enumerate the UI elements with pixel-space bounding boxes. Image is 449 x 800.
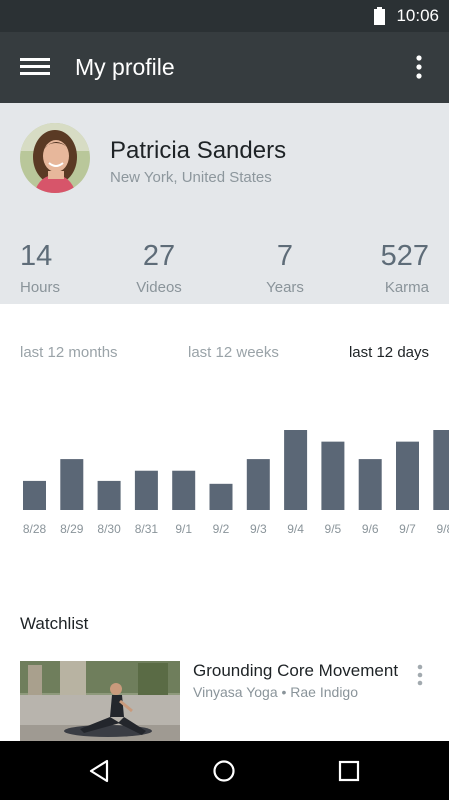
stat-karma: 527 Karma <box>339 239 429 296</box>
activity-bar-chart: 8/28 8/29 8/30 8/31 9/1 9/2 9/3 9/4 9/5 9/6 9/7 9/8 <box>23 430 449 536</box>
chart-bar <box>246 459 270 510</box>
app-bar: My profile <box>0 32 449 103</box>
stat-value: 7 <box>276 240 294 272</box>
back-icon[interactable] <box>83 755 115 787</box>
video-title[interactable]: Grounding Core Movement <box>193 661 398 681</box>
chart-x-label: 9/1 <box>175 522 192 536</box>
video-subtitle: Vinyasa Yoga • Rae Indigo <box>193 684 358 700</box>
status-bar: 10:06 <box>0 0 449 32</box>
menu-icon[interactable] <box>20 56 50 78</box>
chart-x-label: 8/31 <box>135 522 159 536</box>
stat-label: Years <box>266 279 304 296</box>
profile-header: Patricia Sanders New York, United States… <box>0 103 449 304</box>
tab-last-12-days[interactable]: last 12 days <box>349 344 429 361</box>
profile-location: New York, United States <box>110 169 272 186</box>
tab-last-12-weeks[interactable]: last 12 weeks <box>188 344 279 361</box>
tab-last-12-months[interactable]: last 12 months <box>20 344 118 361</box>
chart-bar <box>172 470 196 510</box>
avatar[interactable] <box>20 123 90 193</box>
chart-bar <box>134 470 158 510</box>
chart-x-label: 9/5 <box>325 522 342 536</box>
stat-value: 527 <box>380 240 429 272</box>
chart-bar <box>396 441 419 510</box>
battery-icon <box>374 7 385 25</box>
stat-label: Hours <box>20 279 61 296</box>
stat-label: Videos <box>136 279 182 296</box>
chart-bar <box>60 459 84 510</box>
chart-x-label: 8/29 <box>60 522 84 536</box>
chart-x-label: 9/6 <box>362 522 379 536</box>
video-thumbnail[interactable] <box>20 661 180 741</box>
chart-bar <box>358 459 382 510</box>
stat-videos: 27 Videos <box>114 239 204 296</box>
watchlist-title: Watchlist <box>20 614 89 633</box>
more-vert-icon[interactable] <box>414 664 426 686</box>
stat-value: 27 <box>142 240 176 272</box>
chart-x-label: 9/3 <box>250 522 267 536</box>
chart-bar <box>209 483 233 510</box>
chart-bar <box>97 480 121 510</box>
chart-x-label: 9/2 <box>213 522 230 536</box>
range-tabs: last 12 months last 12 weeks last 12 day… <box>0 340 449 364</box>
page-title: My profile <box>75 54 175 80</box>
stat-value: 14 <box>20 240 53 272</box>
recents-icon[interactable] <box>333 755 365 787</box>
chart-x-label: 9/4 <box>287 522 304 536</box>
system-nav-bar <box>0 741 449 800</box>
more-vert-icon[interactable] <box>409 54 429 80</box>
chart-bar <box>284 430 308 510</box>
chart-x-label: 9/8 <box>436 522 449 536</box>
status-time: 10:06 <box>396 6 439 25</box>
profile-name: Patricia Sanders <box>110 137 287 164</box>
chart-bar <box>321 441 345 510</box>
stat-hours: 14 Hours <box>20 239 110 296</box>
chart-bar <box>23 480 46 510</box>
chart-x-label: 8/28 <box>23 522 47 536</box>
chart-x-label: 9/7 <box>399 522 416 536</box>
home-icon[interactable] <box>208 755 240 787</box>
chart-x-label: 8/30 <box>97 522 121 536</box>
stat-label: Karma <box>384 279 429 296</box>
chart-bar <box>433 430 449 510</box>
stat-years: 7 Years <box>240 239 330 296</box>
